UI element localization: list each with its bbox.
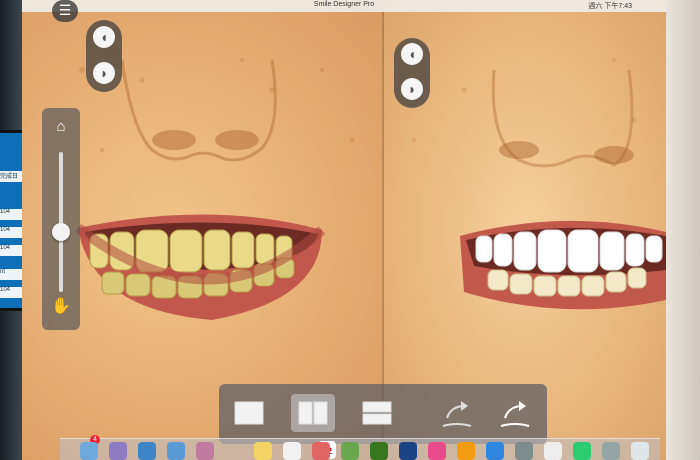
notes-icon[interactable] [254,442,272,460]
house-magnifier-icon[interactable]: ⌂ [50,118,72,138]
photos-icon[interactable] [312,442,330,460]
tooth-icon[interactable]: ◖ [93,26,115,48]
dock: 22 4 [60,435,660,460]
tooth-icon[interactable]: ◖ [401,43,423,65]
maps-icon[interactable] [573,442,591,460]
safari-icon[interactable] [138,442,156,460]
apply-after-icon [500,401,530,427]
mail-icon[interactable] [167,442,185,460]
hamburger-icon[interactable]: ☰ [52,0,78,22]
monitor-cell: 104 [0,227,22,238]
background-monitor: 完成日 104 104 104 nt 104 [0,130,22,311]
top-bottom-icon [362,401,392,425]
before-tooth-toggle: ◖ ◗ [86,20,122,92]
trash-icon[interactable] [631,442,649,460]
layout-toolbar [219,384,547,444]
zoom-slider-track[interactable] [59,152,63,292]
after-tooth-toggle: ◖ ◗ [394,38,430,108]
curved-arrow-icon[interactable] [437,396,477,432]
single-view-icon [234,401,264,425]
apply-before-icon [442,401,472,427]
monitor-cell: 104 [0,245,22,256]
app-store-icon[interactable] [486,442,504,460]
monitor-cell: 104 [0,209,22,220]
tooth-icon[interactable]: ◗ [401,78,423,100]
numbers-icon[interactable] [370,442,388,460]
zoom-panel: ⌂ ✋ [42,108,80,330]
menu-clock: 週六 下午7:43 [588,3,632,10]
keynote-icon[interactable] [399,442,417,460]
curved-arrow-icon[interactable] [495,396,535,432]
background-wall-right [666,0,700,460]
reminders-icon[interactable] [283,442,301,460]
messages-icon[interactable] [341,442,359,460]
contacts-icon[interactable] [196,442,214,460]
side-by-side-icon [298,401,328,425]
system-preferences-icon[interactable] [515,442,533,460]
menu-bar: Smile Designer Pro 週六 下午7:43 [22,0,666,12]
top-bottom-button[interactable] [355,394,399,432]
preview-icon[interactable] [602,442,620,460]
smile-designer-icon[interactable] [544,442,562,460]
tooth-icon[interactable]: ◗ [93,62,115,84]
finder-icon[interactable] [80,442,98,460]
ibooks-icon[interactable] [457,442,475,460]
monitor-cell: 完成日 [0,171,22,182]
side-by-side-button[interactable] [291,394,335,432]
monitor-cell: 104 [0,287,22,298]
hand-icon[interactable]: ✋ [50,296,72,318]
itunes-icon[interactable] [428,442,446,460]
monitor-cell: nt [0,269,22,280]
zoom-slider-knob[interactable] [52,223,70,241]
window-title: Smile Designer Pro [313,1,375,8]
projected-screen: Smile Designer Pro 週六 下午7:43 ☰ ◖ ◗ ◖ ◗ ⌂… [22,0,666,460]
launchpad-icon[interactable] [109,442,127,460]
single-view-button[interactable] [227,394,271,432]
